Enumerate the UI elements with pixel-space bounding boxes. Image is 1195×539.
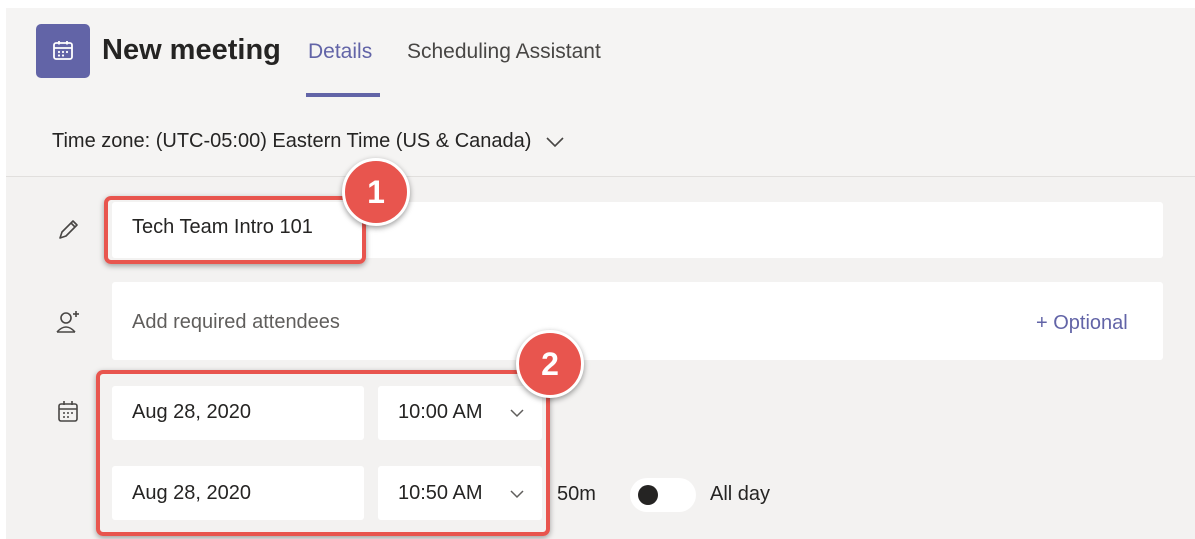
page-title: New meeting [102,34,281,66]
chevron-down-icon [546,136,565,147]
calendar-icon [53,41,73,60]
calendar-small-icon [58,401,78,422]
all-day-label: All day [710,483,771,505]
add-person-icon [56,311,79,333]
pencil-icon [59,220,78,239]
optional-attendees-link[interactable]: + Optional [1036,312,1128,335]
annotation-badge-1: 1 [342,158,410,226]
calendar-app-icon [36,24,90,78]
annotation-badge-2: 2 [516,330,584,398]
active-tab-indicator [306,93,380,97]
tab-details[interactable]: Details [308,40,372,64]
duration-label: 50m [557,483,596,505]
toggle-knob [638,485,658,505]
tab-scheduling-assistant[interactable]: Scheduling Assistant [407,40,601,64]
annotation-highlight-datetime [96,370,550,536]
timezone-selector[interactable]: Time zone: (UTC-05:00) Eastern Time (US … [52,130,565,153]
all-day-toggle[interactable] [630,478,696,512]
annotation-highlight-title [104,196,366,264]
attendees-placeholder: Add required attendees [132,311,340,333]
timezone-label: Time zone: (UTC-05:00) Eastern Time (US … [52,130,532,152]
